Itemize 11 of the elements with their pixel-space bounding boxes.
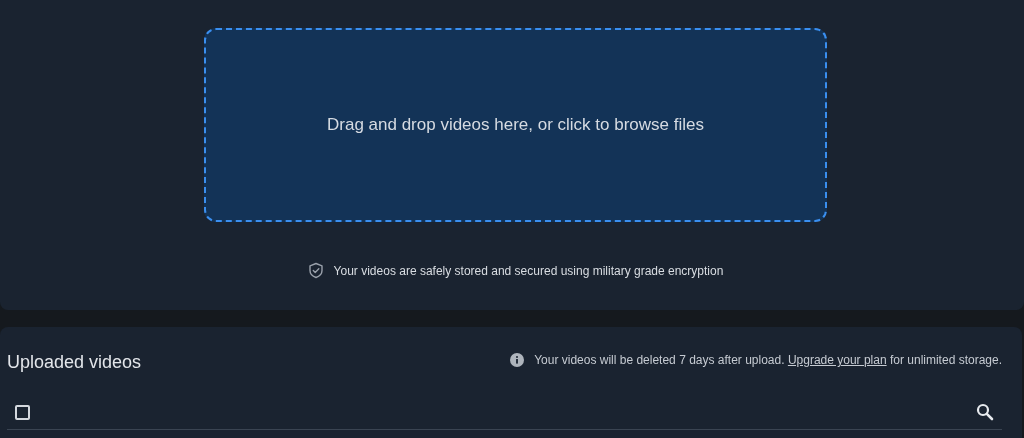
select-all-checkbox[interactable] <box>15 404 30 420</box>
dropzone[interactable]: Drag and drop videos here, or click to browse files <box>204 28 827 222</box>
storage-notice: Your videos will be deleted 7 days after upload. Upgrade your plan for unlimited storage. <box>534 353 1002 367</box>
dropzone-text: Drag and drop videos here, or click to browse files <box>327 115 704 135</box>
info-icon <box>510 353 525 367</box>
security-note: Your videos are safely stored and secured using military grade encryption <box>333 263 724 278</box>
search-button[interactable] <box>976 403 994 421</box>
shield-check-icon <box>307 262 324 279</box>
search-icon <box>976 403 994 421</box>
section-title: Uploaded videos <box>7 351 142 373</box>
upgrade-link[interactable]: Upgrade your plan <box>787 353 887 367</box>
